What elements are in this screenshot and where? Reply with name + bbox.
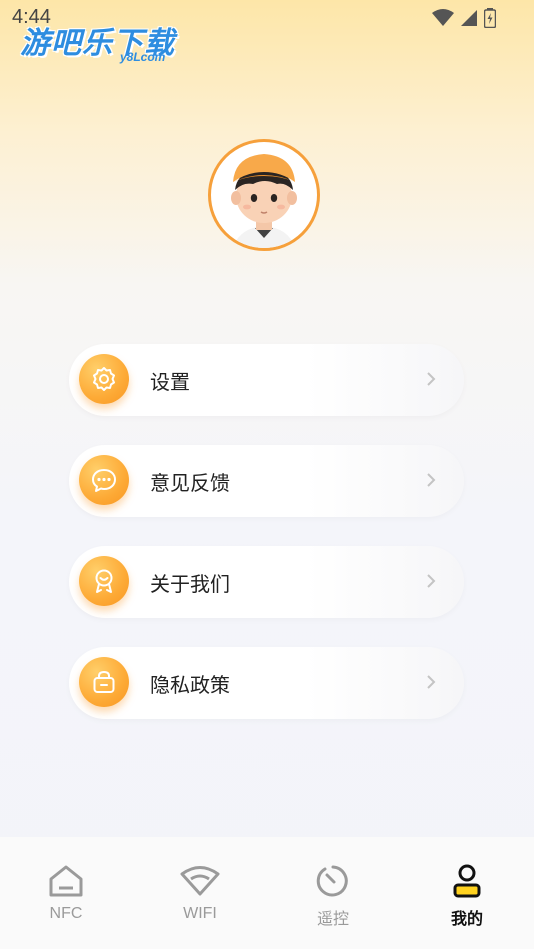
tab-label: 遥控: [316, 911, 349, 928]
menu-item-label: 隐私政策: [150, 673, 230, 697]
chat-bubble-icon: [79, 455, 129, 505]
chevron-right-icon: [426, 472, 436, 492]
menu-item-about[interactable]: 关于我们: [69, 546, 464, 618]
menu-item-label: 意见反馈: [150, 471, 230, 495]
bottom-tab-bar: NFC WIFI 遥控 我的: [0, 837, 534, 949]
status-icons: [432, 8, 497, 32]
chevron-right-icon: [426, 573, 436, 593]
lock-icon: [79, 657, 129, 707]
tab-remote[interactable]: 遥控: [278, 861, 388, 929]
watermark-logo: 游吧乐下载 y8Lcom: [20, 18, 175, 64]
tab-label: WIFI: [183, 905, 217, 922]
home-icon: [11, 861, 121, 901]
tab-mine[interactable]: 我的: [412, 861, 522, 929]
menu-list: 设置 意见反馈 关于我们 隐私政策: [69, 344, 464, 748]
wifi-icon: [145, 861, 255, 901]
chevron-right-icon: [426, 371, 436, 391]
tab-wifi[interactable]: WIFI: [145, 861, 255, 923]
tab-label: NFC: [49, 905, 83, 922]
gear-icon: [79, 354, 129, 404]
signal-icon: [460, 9, 478, 31]
battery-icon: [483, 8, 497, 32]
tab-label: 我的: [450, 911, 483, 928]
badge-icon: [79, 556, 129, 606]
avatar[interactable]: [208, 139, 320, 251]
menu-item-label: 设置: [150, 370, 190, 394]
chevron-right-icon: [426, 674, 436, 694]
menu-item-feedback[interactable]: 意见反馈: [69, 445, 464, 517]
timer-icon: [278, 861, 388, 901]
menu-item-label: 关于我们: [150, 572, 230, 596]
user-icon: [412, 861, 522, 901]
wifi-icon: [432, 9, 454, 31]
tab-nfc[interactable]: NFC: [11, 861, 121, 923]
watermark-subtitle: y8Lcom: [120, 50, 166, 64]
avatar-icon: [231, 154, 297, 248]
menu-item-privacy[interactable]: 隐私政策: [69, 647, 464, 719]
menu-item-settings[interactable]: 设置: [69, 344, 464, 416]
